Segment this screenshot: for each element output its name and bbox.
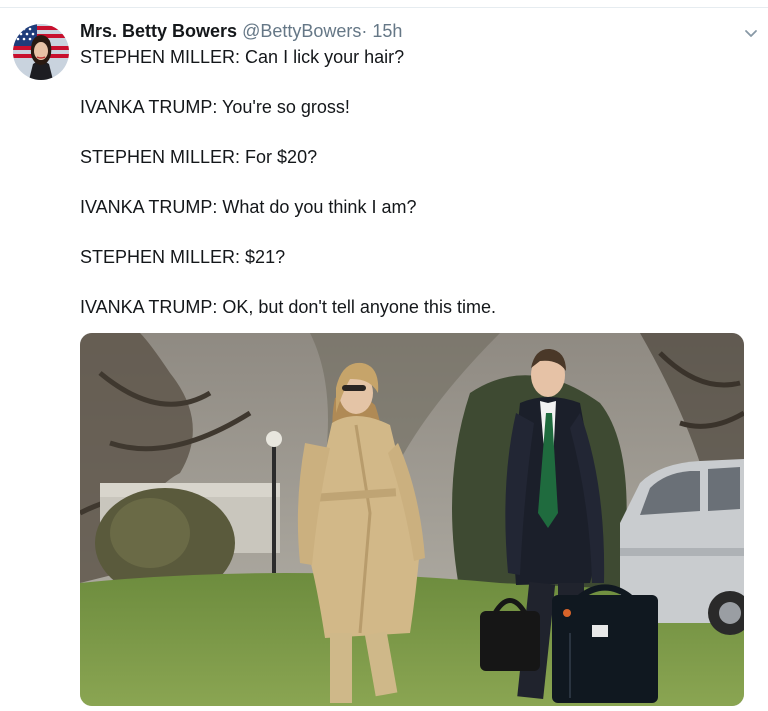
tweet-line: STEPHEN MILLER: For $20? [80, 147, 318, 167]
separator-dot: · [361, 21, 368, 41]
tweet-line: IVANKA TRUMP: OK, but don't tell anyone … [80, 297, 496, 317]
chevron-down-icon[interactable] [742, 24, 760, 42]
tweet-line: IVANKA TRUMP: What do you think I am? [80, 197, 417, 217]
tweet-photo[interactable] [80, 333, 744, 706]
avatar[interactable] [13, 24, 69, 80]
display-name[interactable]: Mrs. Betty Bowers [80, 21, 237, 41]
tweet-timestamp[interactable]: 15h [372, 21, 402, 41]
tweet-text: STEPHEN MILLER: Can I lick your hair? IV… [80, 46, 740, 318]
avatar-image [13, 24, 69, 80]
top-divider [0, 7, 768, 8]
photo-illustration [80, 333, 744, 706]
tweet-line: STEPHEN MILLER: $21? [80, 247, 286, 267]
tweet-line: STEPHEN MILLER: Can I lick your hair? [80, 47, 405, 67]
tweet-header: Mrs. Betty Bowers @BettyBowers· 15h [80, 21, 402, 45]
tweet-line: IVANKA TRUMP: You're so gross! [80, 97, 350, 117]
user-handle[interactable]: @BettyBowers [242, 21, 361, 41]
